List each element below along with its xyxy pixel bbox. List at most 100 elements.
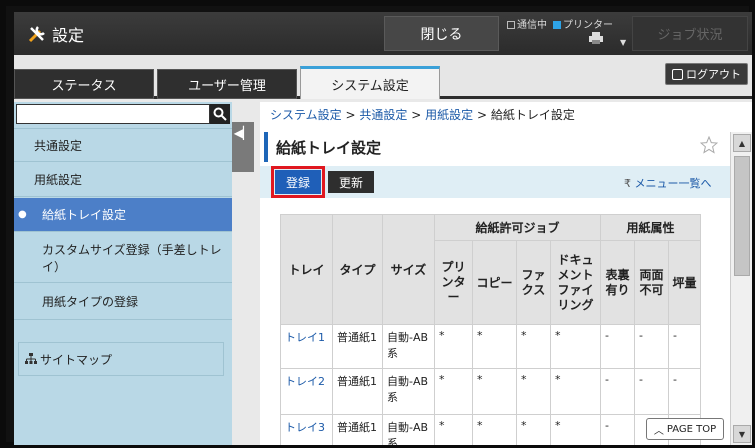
table-row: トレイ1 普通紙1 自動-AB系 * * * * - - - <box>280 324 701 369</box>
table-row: トレイ2 普通紙1 自動-AB系 * * * * - - - <box>280 368 701 415</box>
cell-doc: * <box>550 414 601 445</box>
page-top-label: PAGE TOP <box>666 423 717 435</box>
tray-table: トレイ タイプ サイズ 給紙許可ジョブ 用紙属性 プリンター コピー ファクス … <box>280 214 701 445</box>
tab-status[interactable]: ステータス <box>14 69 154 99</box>
cell-hyouri: - <box>600 324 635 369</box>
cell-copy: * <box>472 324 517 369</box>
breadcrumb-sep: > <box>411 108 422 122</box>
sidebar-item-paper-type[interactable]: 用紙タイプの登録 <box>14 284 232 320</box>
tab-bar: ステータス ユーザー管理 システム設定 ログアウト <box>14 55 752 99</box>
cell-size: 自動-AB系 <box>382 324 435 369</box>
breadcrumb-system[interactable]: システム設定 <box>270 108 342 122</box>
page-top-button[interactable]: ︿ PAGE TOP <box>646 418 724 440</box>
logout-label: ログアウト <box>686 68 741 81</box>
main-content: システム設定 > 共通設定 > 用紙設定 > 給紙トレイ設定 給紙トレイ設定 登… <box>260 102 752 445</box>
breadcrumb: システム設定 > 共通設定 > 用紙設定 > 給紙トレイ設定 <box>270 106 575 123</box>
cell-ryoumen: - <box>634 368 669 415</box>
status-indicators: 通信中 プリンター <box>507 16 613 31</box>
sidebar-item-custom-size[interactable]: カスタムサイズ登録（手差しトレイ） <box>14 233 232 283</box>
cell-doc: * <box>550 324 601 369</box>
col-header-copy: コピー <box>472 240 517 325</box>
star-icon[interactable] <box>700 136 718 154</box>
status-printer-label: プリンター <box>563 20 613 31</box>
sidebar-item-tray-label: 給紙トレイ設定 <box>42 208 127 222</box>
app-title: 設定 <box>26 22 84 46</box>
top-bar: 設定 閉じる 通信中 プリンター ▼ ジョブ状況 <box>14 12 752 55</box>
col-header-doc-filing: ドキュメントファイリング <box>550 240 601 325</box>
menu-list-link[interactable]: ₹ メニュー一覧へ <box>624 175 712 191</box>
col-header-ryoumen: 両面不可 <box>634 240 669 325</box>
cell-doc: * <box>550 368 601 415</box>
cell-copy: * <box>472 368 517 415</box>
scroll-down-icon[interactable]: ▼ <box>733 425 751 443</box>
device-frame: 設定 閉じる 通信中 プリンター ▼ ジョブ状況 ステータス ユーザー管理 シス… <box>0 0 755 448</box>
menu-link-icon: ₹ <box>624 177 635 190</box>
cell-fax: * <box>516 414 551 445</box>
update-button[interactable]: 更新 <box>328 171 374 193</box>
col-header-printer: プリンター <box>434 240 473 325</box>
cell-type: 普通紙1 <box>332 414 383 445</box>
tab-system-settings[interactable]: システム設定 <box>300 66 440 99</box>
search-input[interactable] <box>16 104 210 124</box>
cell-hyouri: - <box>600 368 635 415</box>
scroll-up-icon[interactable]: ▲ <box>733 134 751 152</box>
tray-link[interactable]: トレイ1 <box>280 324 333 369</box>
printer-icon <box>589 32 603 44</box>
cell-hyouri: - <box>600 414 635 445</box>
sidebar-item-tray-settings[interactable]: ● 給紙トレイ設定 <box>14 198 232 232</box>
chevron-down-icon[interactable]: ▼ <box>620 38 626 47</box>
scroll-thumb[interactable] <box>734 156 750 276</box>
breadcrumb-current: 給紙トレイ設定 <box>490 108 575 122</box>
tray-link[interactable]: トレイ3 <box>280 414 333 445</box>
logout-button[interactable]: ログアウト <box>665 63 748 85</box>
cell-tsubo: - <box>668 368 701 415</box>
printer-indicator-icon <box>553 21 561 29</box>
chevron-up-icon: ︿ <box>653 425 664 437</box>
sitemap-icon <box>25 353 37 364</box>
cell-copy: * <box>472 414 517 445</box>
page-title: 給紙トレイ設定 <box>264 132 381 162</box>
group-header-jobs: 給紙許可ジョブ <box>434 214 601 241</box>
cell-fax: * <box>516 324 551 369</box>
breadcrumb-paper[interactable]: 用紙設定 <box>425 108 473 122</box>
comm-indicator-icon <box>507 21 515 29</box>
table-header-row: トレイ タイプ サイズ 給紙許可ジョブ 用紙属性 <box>280 214 701 325</box>
status-comm: 通信中 <box>507 16 547 31</box>
sidebar-item-paper[interactable]: 用紙設定 <box>14 163 232 197</box>
collapse-left-icon: ◀▏ <box>233 126 253 140</box>
cell-tsubo: - <box>668 324 701 369</box>
scrollbar[interactable]: ▲ ▼ <box>730 132 752 445</box>
register-button[interactable]: 登録 <box>275 170 321 194</box>
status-printer: プリンター <box>553 16 613 31</box>
col-header-type: タイプ <box>332 214 383 325</box>
breadcrumb-common[interactable]: 共通設定 <box>359 108 407 122</box>
cell-fax: * <box>516 368 551 415</box>
sidebar: 共通設定 用紙設定 ● 給紙トレイ設定 カスタムサイズ登録（手差しトレイ） 用紙… <box>14 102 232 445</box>
menu-link-label: メニュー一覧へ <box>634 177 712 190</box>
sidebar-item-common[interactable]: 共通設定 <box>14 128 232 162</box>
cell-type: 普通紙1 <box>332 368 383 415</box>
search-button[interactable] <box>210 104 230 124</box>
tab-user-management[interactable]: ユーザー管理 <box>157 69 297 99</box>
col-header-tray: トレイ <box>280 214 333 325</box>
col-header-hyouri: 表裏有り <box>600 240 635 325</box>
screen: 設定 閉じる 通信中 プリンター ▼ ジョブ状況 ステータス ユーザー管理 シス… <box>14 12 752 445</box>
logout-icon <box>672 68 683 80</box>
cell-printer: * <box>434 368 473 415</box>
cell-size: 自動-AB系 <box>382 414 435 445</box>
table-row: トレイ3 普通紙1 自動-AB系 * * * * - <box>280 414 701 445</box>
col-header-tsubo: 坪量 <box>668 240 701 325</box>
col-header-size: サイズ <box>382 214 435 325</box>
close-button[interactable]: 閉じる <box>384 16 499 51</box>
collapse-sidebar-button[interactable]: ◀▏ <box>232 122 254 172</box>
status-comm-label: 通信中 <box>517 20 547 31</box>
bullet-icon: ● <box>18 209 27 220</box>
sitemap-link[interactable]: サイトマップ <box>18 342 224 376</box>
sitemap-label: サイトマップ <box>40 352 113 367</box>
job-status-button[interactable]: ジョブ状況 <box>632 16 748 51</box>
tray-link[interactable]: トレイ2 <box>280 368 333 415</box>
cell-printer: * <box>434 414 473 445</box>
breadcrumb-sep: > <box>476 108 487 122</box>
app-title-text: 設定 <box>52 26 85 45</box>
col-header-fax: ファクス <box>516 240 551 325</box>
